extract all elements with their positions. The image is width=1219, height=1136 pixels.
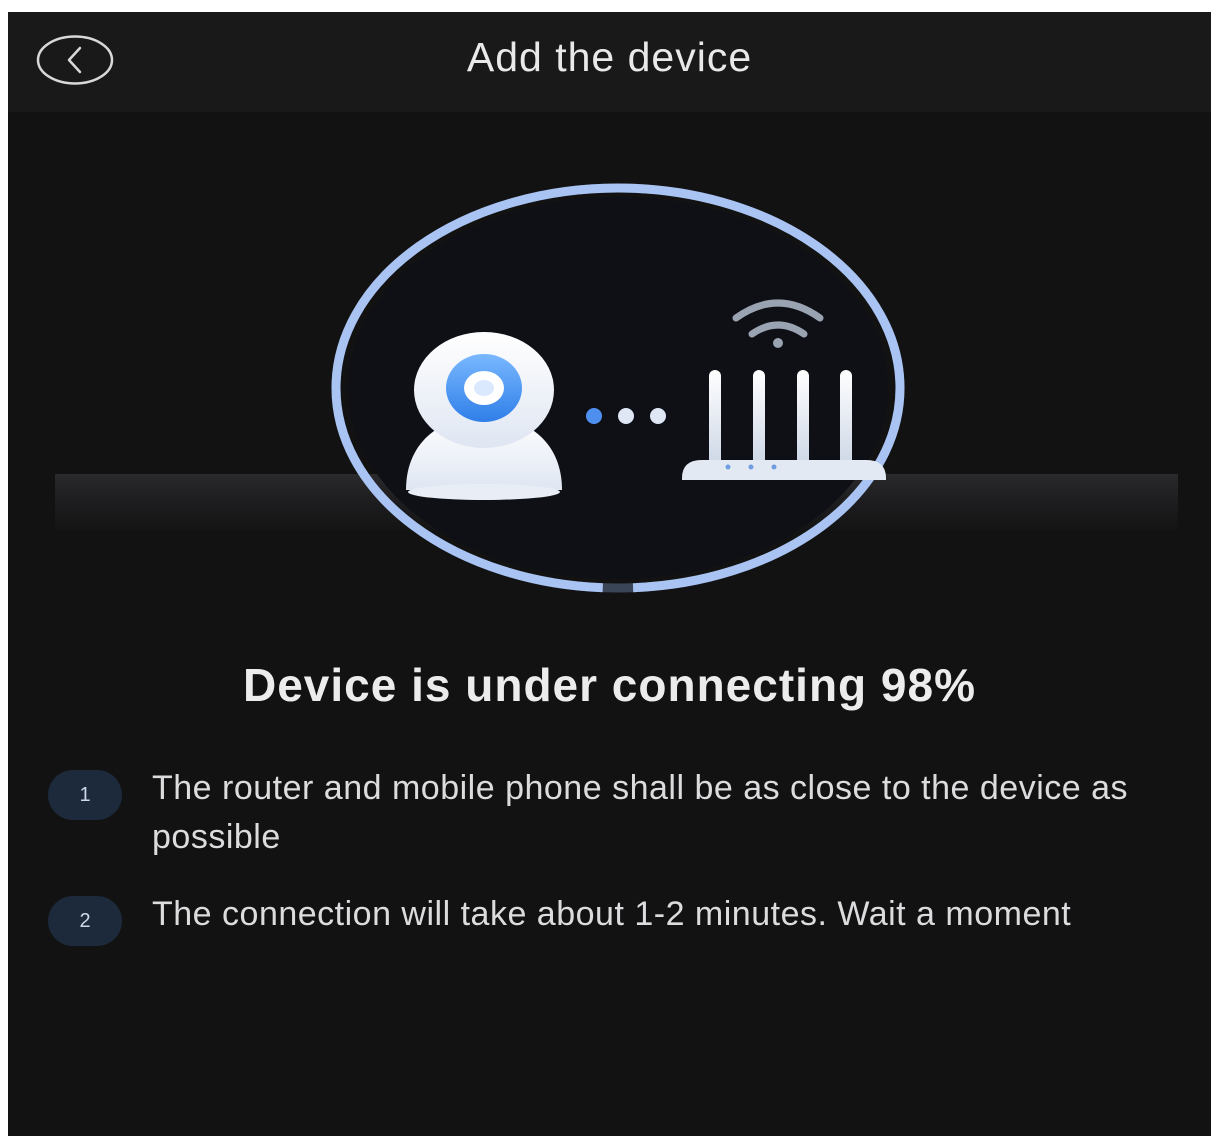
tip-number-badge: 2 bbox=[48, 896, 122, 946]
connection-status-text: Device is under connecting 98% bbox=[242, 659, 976, 711]
list-item: 2 The connection will take about 1-2 min… bbox=[48, 890, 1168, 946]
add-device-screen: Add the device Device is under connectin… bbox=[8, 12, 1211, 1136]
tip-text: The router and mobile phone shall be as … bbox=[152, 769, 1129, 856]
tips-list: 1 The router and mobile phone shall be a… bbox=[48, 764, 1168, 967]
tip-text: The connection will take about 1-2 minut… bbox=[152, 895, 1072, 933]
list-item: 1 The router and mobile phone shall be a… bbox=[48, 764, 1168, 862]
connecting-dots bbox=[586, 408, 666, 424]
header-bar: Add the device bbox=[8, 12, 1211, 112]
tip-number-badge: 1 bbox=[48, 770, 122, 820]
connection-illustration bbox=[326, 178, 910, 602]
page-title: Add the device bbox=[466, 34, 753, 80]
camera-icon bbox=[406, 332, 562, 500]
